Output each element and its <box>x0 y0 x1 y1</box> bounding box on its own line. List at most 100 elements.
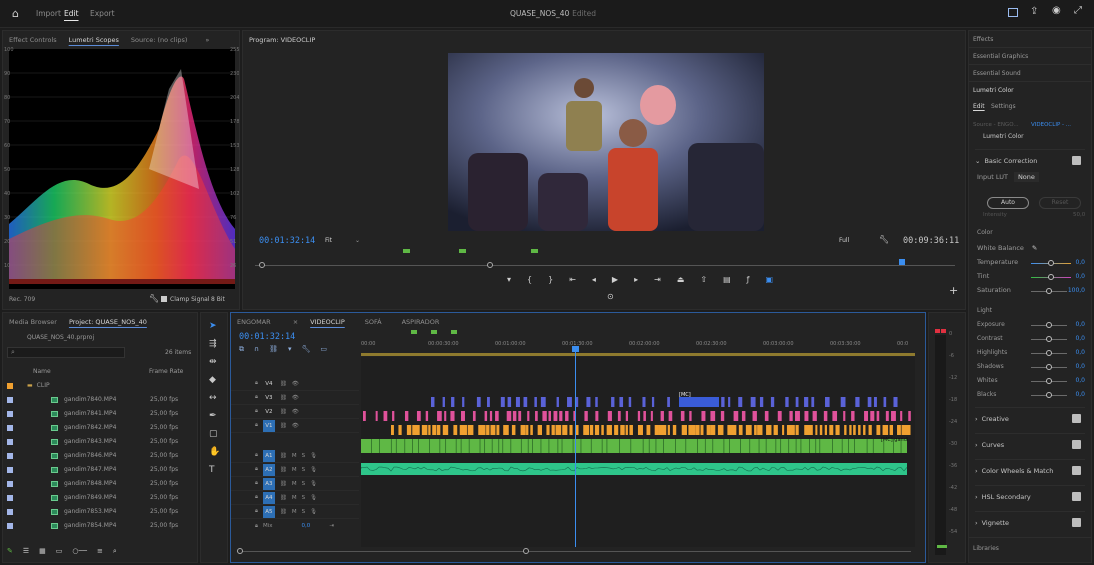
tab-aspirador[interactable]: ASPIRADOR <box>402 318 440 326</box>
clip-v1-cut[interactable] <box>572 439 574 453</box>
resolution-select[interactable]: Full <box>839 237 849 244</box>
clip-v1-cut[interactable] <box>685 439 687 453</box>
clip-v4[interactable] <box>523 397 528 407</box>
clip-v3[interactable] <box>900 411 903 421</box>
list-item[interactable]: gandim7842.MP4 25,00 fps <box>3 421 189 434</box>
temperature-value[interactable]: 0,0 <box>1075 259 1085 266</box>
clip-v1-cut[interactable] <box>723 439 725 453</box>
clip-v2[interactable] <box>849 425 852 435</box>
clip-v1-cut[interactable] <box>872 439 874 453</box>
sync-lock-icon[interactable]: ⛓ <box>280 509 287 515</box>
program-scrub-bar[interactable] <box>255 265 955 266</box>
clip-v1-cut[interactable] <box>815 439 817 453</box>
ripple-edit-icon[interactable]: ⇹ <box>209 357 220 367</box>
clip-v3[interactable] <box>472 411 476 421</box>
clip-v3[interactable] <box>607 411 612 421</box>
clip-v2[interactable] <box>398 425 402 435</box>
track-header-video[interactable]: 🔒︎ V1 ⛓ 👁︎ <box>231 419 359 433</box>
clip-v2[interactable] <box>614 425 619 435</box>
clip-v4[interactable] <box>642 397 646 407</box>
clip-v2[interactable] <box>481 425 486 435</box>
clip-v2[interactable] <box>416 425 420 435</box>
solo-button[interactable]: S <box>302 509 306 515</box>
clip-v2[interactable] <box>717 425 722 435</box>
light-param-value[interactable]: 0,0 <box>1075 391 1085 398</box>
clip-v3[interactable] <box>891 411 896 421</box>
clip-v1-cut[interactable] <box>429 439 430 453</box>
wrench-settings-icon[interactable]: 🔧︎ <box>302 345 311 354</box>
clip-v2[interactable] <box>700 425 704 435</box>
clip-v4[interactable] <box>738 397 743 407</box>
clip-v3[interactable] <box>437 411 442 421</box>
fullscreen-icon[interactable]: ⤢ <box>1074 5 1082 16</box>
clip-v2[interactable] <box>745 425 752 435</box>
clip-v1-cut[interactable] <box>675 439 676 453</box>
sync-lock-icon[interactable]: ⛓ <box>280 467 287 473</box>
sync-lock-icon[interactable]: ⛓ <box>280 423 287 429</box>
clip-v1[interactable] <box>361 439 907 453</box>
clip-v4[interactable] <box>651 397 655 407</box>
clip-v1-cut[interactable] <box>468 439 470 453</box>
clip-v2[interactable] <box>691 425 696 435</box>
clip-v4[interactable] <box>811 397 815 407</box>
clip-v4[interactable] <box>431 397 435 407</box>
clip-v2[interactable] <box>575 425 579 435</box>
clip-v2[interactable] <box>819 425 823 435</box>
wrench-icon[interactable]: 🔧︎ <box>149 294 159 303</box>
go-to-out-icon[interactable]: ⇥ <box>654 275 661 284</box>
clip-v1-cut[interactable] <box>484 439 486 453</box>
essential-graphics-section[interactable]: Essential Graphics <box>969 48 1091 65</box>
clip-v1-cut[interactable] <box>498 439 500 453</box>
clip-v3[interactable] <box>764 411 769 421</box>
clip-v2[interactable] <box>681 425 687 435</box>
clip-v1-cut[interactable] <box>390 439 392 453</box>
clip-v3[interactable] <box>870 411 875 421</box>
eyedropper-icon[interactable]: ✎ <box>1032 244 1037 252</box>
auto-button[interactable]: Auto <box>987 197 1029 209</box>
clip-v4[interactable] <box>667 397 670 407</box>
clip-v4[interactable] <box>893 397 898 407</box>
sequence-label[interactable]: VIDEOCLIP - ... <box>1031 122 1071 128</box>
mic-icon[interactable]: 🎙︎ <box>310 467 317 473</box>
clip-v1-cut[interactable] <box>590 439 592 453</box>
collapsed-section[interactable]: › Color Wheels & Match <box>975 459 1085 481</box>
sync-lock-icon[interactable]: ⛓ <box>280 453 287 459</box>
clip-v2[interactable] <box>625 425 628 435</box>
workspace-icon[interactable] <box>1008 8 1018 17</box>
tab-engomar[interactable]: ENGOMAR <box>237 318 271 326</box>
track-target[interactable]: A1 <box>262 449 275 462</box>
clip-v4[interactable] <box>476 397 481 407</box>
nest-icon[interactable]: ⧉ <box>239 345 244 354</box>
sync-lock-icon[interactable]: ⛓ <box>280 481 287 487</box>
clip-v1-cut[interactable] <box>561 439 563 453</box>
clip-v2[interactable] <box>868 425 872 435</box>
clip-v3[interactable] <box>876 411 880 421</box>
clip-v2[interactable] <box>882 425 889 435</box>
linked-icon[interactable]: ⛓ <box>269 345 278 354</box>
add-button-icon[interactable]: + <box>949 284 958 297</box>
clip-v1-cut[interactable] <box>540 439 542 453</box>
track-target[interactable]: A3 <box>262 477 275 490</box>
clip-a1[interactable] <box>361 463 907 475</box>
clip-v2[interactable] <box>706 425 711 435</box>
clip-v1-cut[interactable] <box>775 439 777 453</box>
track-header-audio[interactable]: 🔒︎ A2 ⛓ M S 🎙︎ <box>231 463 359 477</box>
tab-effect-controls[interactable]: Effect Controls <box>9 36 57 44</box>
clip-v2[interactable] <box>537 425 543 435</box>
clip-v4[interactable] <box>883 397 887 407</box>
clip-v1-cut[interactable] <box>460 439 462 453</box>
tint-knob[interactable] <box>1048 274 1054 280</box>
clip-v2[interactable] <box>445 425 449 435</box>
clip-v2[interactable] <box>695 425 700 435</box>
clip-v1-cut[interactable] <box>704 439 706 453</box>
play-icon[interactable]: ▶ <box>612 275 618 284</box>
clip-v3[interactable] <box>512 411 517 421</box>
clip-v1-cut[interactable] <box>758 439 760 453</box>
libraries-section[interactable]: Libraries <box>969 537 1091 557</box>
step-back-icon[interactable]: ◂ <box>592 275 596 284</box>
clip-v1-cut[interactable] <box>795 439 797 453</box>
intensity-value[interactable]: 50,0 <box>1073 212 1085 218</box>
clip-v3[interactable] <box>527 411 530 421</box>
mic-icon[interactable]: 🎙︎ <box>310 509 317 515</box>
clip-v4[interactable] <box>855 397 860 407</box>
